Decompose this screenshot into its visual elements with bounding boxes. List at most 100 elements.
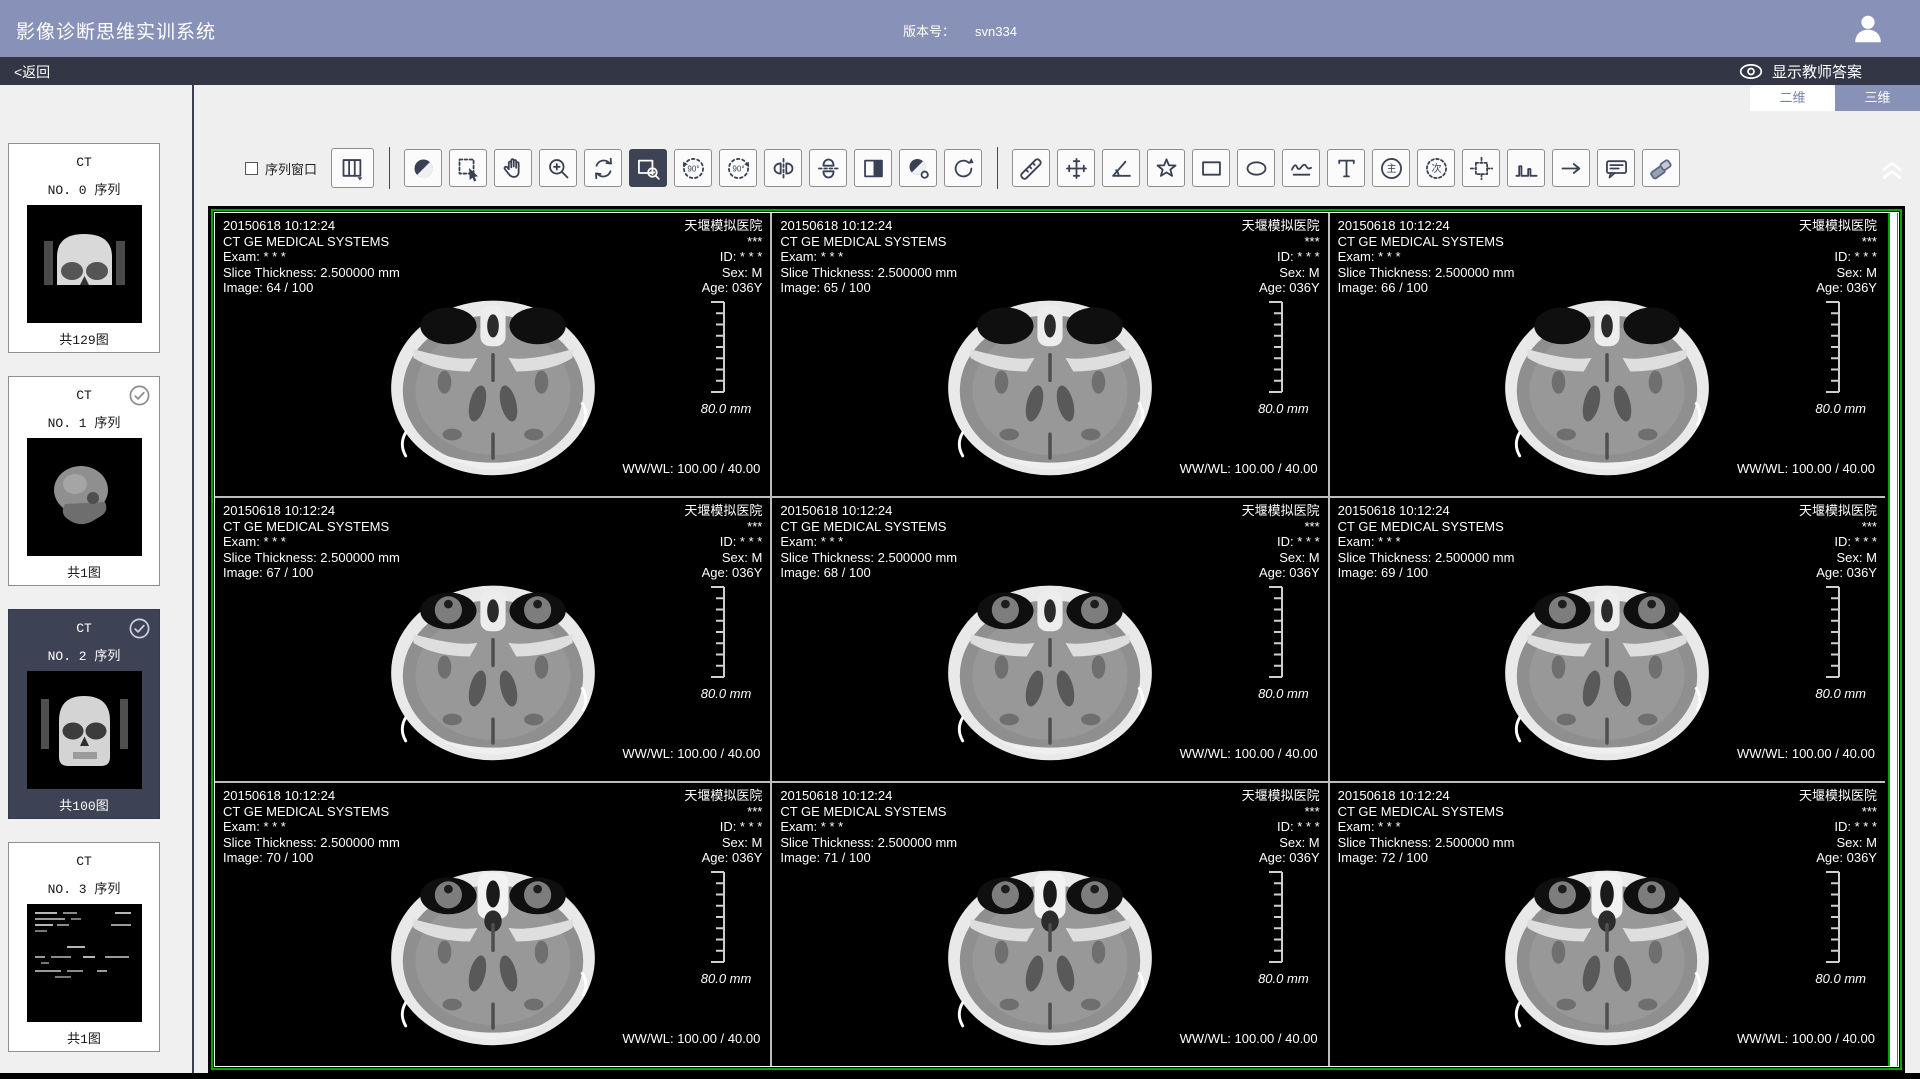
viewer-cell-9[interactable]: 20150618 10:12:24CT GE MEDICAL SYSTEMSEx… bbox=[1330, 783, 1885, 1066]
crosshair-button[interactable] bbox=[1057, 149, 1095, 187]
pan-button[interactable] bbox=[494, 149, 532, 187]
series-label: NO. 0 序列 bbox=[9, 179, 159, 198]
angle-icon bbox=[1108, 155, 1135, 182]
primary-mark-button[interactable]: 主 bbox=[1372, 149, 1410, 187]
series-window-checkbox[interactable] bbox=[245, 162, 258, 175]
series-image-count: 共1图 bbox=[9, 1028, 159, 1047]
svg-text:次: 次 bbox=[1431, 162, 1441, 175]
arrow-button[interactable] bbox=[1552, 149, 1590, 187]
secondary-mark-button[interactable]: 次 bbox=[1417, 149, 1455, 187]
cell-info-left: 20150618 10:12:24CT GE MEDICAL SYSTEMSEx… bbox=[223, 788, 400, 866]
user-avatar-icon[interactable] bbox=[1850, 10, 1886, 46]
scale-label: 80.0 mm bbox=[1258, 401, 1309, 416]
ellipse-button[interactable] bbox=[1237, 149, 1275, 187]
cell-stars: *** bbox=[684, 519, 762, 535]
scale-ruler bbox=[1821, 299, 1851, 395]
viewer-cell-4[interactable]: 20150618 10:12:24CT GE MEDICAL SYSTEMSEx… bbox=[215, 498, 770, 781]
cell-age: Age: 036Y bbox=[684, 565, 762, 581]
image-grid: 20150618 10:12:24CT GE MEDICAL SYSTEMSEx… bbox=[215, 213, 1885, 1066]
series-thumbnail bbox=[9, 438, 159, 556]
scale-ruler bbox=[706, 299, 736, 395]
scale-label: 80.0 mm bbox=[1815, 971, 1866, 986]
series-card-1[interactable]: CTNO. 1 序列共1图 bbox=[8, 376, 160, 586]
cell-info-right: 天堰模拟医院***ID: * * *Sex: MAge: 036Y bbox=[684, 788, 762, 866]
eraser-button[interactable] bbox=[1642, 149, 1680, 187]
cell-datetime: 20150618 10:12:24 bbox=[1338, 218, 1515, 234]
cell-datetime: 20150618 10:12:24 bbox=[223, 218, 400, 234]
viewer-cell-7[interactable]: 20150618 10:12:24CT GE MEDICAL SYSTEMSEx… bbox=[215, 783, 770, 1066]
cell-sex: Sex: M bbox=[1242, 550, 1320, 566]
text-button[interactable] bbox=[1327, 149, 1365, 187]
cell-patient-id: ID: * * * bbox=[684, 534, 762, 550]
scale-label: 80.0 mm bbox=[1815, 686, 1866, 701]
primary-mark-icon: 主 bbox=[1378, 155, 1405, 182]
cell-exam: Exam: * * * bbox=[1338, 534, 1515, 550]
magnify-button[interactable] bbox=[539, 149, 577, 187]
cell-age: Age: 036Y bbox=[1242, 850, 1320, 866]
show-teacher-answer-button[interactable]: 显示教师答案 bbox=[1739, 61, 1862, 82]
viewer-cell-3[interactable]: 20150618 10:12:24CT GE MEDICAL SYSTEMSEx… bbox=[1330, 213, 1885, 496]
cell-info-left: 20150618 10:12:24CT GE MEDICAL SYSTEMSEx… bbox=[1338, 218, 1515, 296]
cell-patient-id: ID: * * * bbox=[1799, 534, 1877, 550]
profile-button[interactable] bbox=[1507, 149, 1545, 187]
viewer-scrollbar[interactable] bbox=[1888, 213, 1898, 1066]
profile-icon bbox=[1513, 155, 1540, 182]
invert-button[interactable] bbox=[854, 149, 892, 187]
series-window-checkbox-wrap[interactable]: 序列窗口 bbox=[245, 159, 317, 178]
scale-ruler bbox=[706, 584, 736, 680]
cell-exam: Exam: * * * bbox=[223, 534, 400, 550]
version-value: svn334 bbox=[975, 24, 1017, 39]
zoom-region-icon bbox=[635, 155, 662, 182]
angle-button[interactable] bbox=[1102, 149, 1140, 187]
app-window: 影像诊断思维实训系统 版本号：svn334 <返回 显示教师答案 CTNO. 0… bbox=[0, 0, 1920, 1079]
layout-button[interactable] bbox=[331, 148, 374, 188]
cell-device: CT GE MEDICAL SYSTEMS bbox=[223, 519, 400, 535]
zoom-region-button[interactable] bbox=[629, 149, 667, 187]
cell-hospital: 天堰模拟医院 bbox=[1242, 503, 1320, 519]
viewer-cell-8[interactable]: 20150618 10:12:24CT GE MEDICAL SYSTEMSEx… bbox=[772, 783, 1327, 1066]
ellipse-icon bbox=[1243, 155, 1270, 182]
cell-image-number: Image: 70 / 100 bbox=[223, 850, 400, 866]
cell-stars: *** bbox=[1799, 804, 1877, 820]
viewer-cell-5[interactable]: 20150618 10:12:24CT GE MEDICAL SYSTEMSEx… bbox=[772, 498, 1327, 781]
secondary-mark-icon: 次 bbox=[1423, 155, 1450, 182]
curve-button[interactable] bbox=[1282, 149, 1320, 187]
series-list: CTNO. 0 序列共129图 CTNO. 1 序列共1图 CTNO. 2 序列共1… bbox=[0, 85, 192, 1052]
reset-button[interactable] bbox=[944, 149, 982, 187]
rectangle-button[interactable] bbox=[1192, 149, 1230, 187]
roi-button[interactable] bbox=[1462, 149, 1500, 187]
series-card-0[interactable]: CTNO. 0 序列共129图 bbox=[8, 143, 160, 353]
cell-info-right: 天堰模拟医院***ID: * * *Sex: MAge: 036Y bbox=[1242, 503, 1320, 581]
layout-icon bbox=[339, 155, 366, 182]
rotate-button[interactable] bbox=[584, 149, 622, 187]
tab-3d[interactable]: 三维 bbox=[1835, 85, 1920, 111]
magnify-icon bbox=[545, 155, 572, 182]
rotate-90-ccw-button[interactable]: 90° bbox=[674, 149, 712, 187]
flip-vertical-button[interactable] bbox=[809, 149, 847, 187]
rotate-90-cw-button[interactable]: 90° bbox=[719, 149, 757, 187]
ct-image bbox=[933, 574, 1167, 768]
back-button[interactable]: <返回 bbox=[14, 62, 50, 82]
window-level-button[interactable] bbox=[404, 149, 442, 187]
cell-device: CT GE MEDICAL SYSTEMS bbox=[780, 804, 957, 820]
ruler-button[interactable] bbox=[1012, 149, 1050, 187]
star-button[interactable] bbox=[1147, 149, 1185, 187]
window-default-button[interactable] bbox=[899, 149, 937, 187]
cell-age: Age: 036Y bbox=[1799, 280, 1877, 296]
viewer-cell-1[interactable]: 20150618 10:12:24CT GE MEDICAL SYSTEMSEx… bbox=[215, 213, 770, 496]
select-button[interactable] bbox=[449, 149, 487, 187]
flip-horizontal-button[interactable] bbox=[764, 149, 802, 187]
cell-slice-thickness: Slice Thickness: 2.500000 mm bbox=[780, 835, 957, 851]
viewer-cell-6[interactable]: 20150618 10:12:24CT GE MEDICAL SYSTEMSEx… bbox=[1330, 498, 1885, 781]
collapse-toolbar-icon[interactable] bbox=[1878, 155, 1906, 181]
series-card-2[interactable]: CTNO. 2 序列共100图 bbox=[8, 609, 160, 819]
series-card-3[interactable]: CTNO. 3 序列共1图 bbox=[8, 842, 160, 1052]
cell-info-left: 20150618 10:12:24CT GE MEDICAL SYSTEMSEx… bbox=[1338, 503, 1515, 581]
tab-2d[interactable]: 二维 bbox=[1750, 85, 1835, 111]
wwwl-label: WW/WL: 100.00 / 40.00 bbox=[622, 1031, 760, 1046]
cell-sex: Sex: M bbox=[1242, 835, 1320, 851]
comment-button[interactable] bbox=[1597, 149, 1635, 187]
reset-icon bbox=[950, 155, 977, 182]
viewer-cell-2[interactable]: 20150618 10:12:24CT GE MEDICAL SYSTEMSEx… bbox=[772, 213, 1327, 496]
series-image-count: 共129图 bbox=[9, 329, 159, 348]
